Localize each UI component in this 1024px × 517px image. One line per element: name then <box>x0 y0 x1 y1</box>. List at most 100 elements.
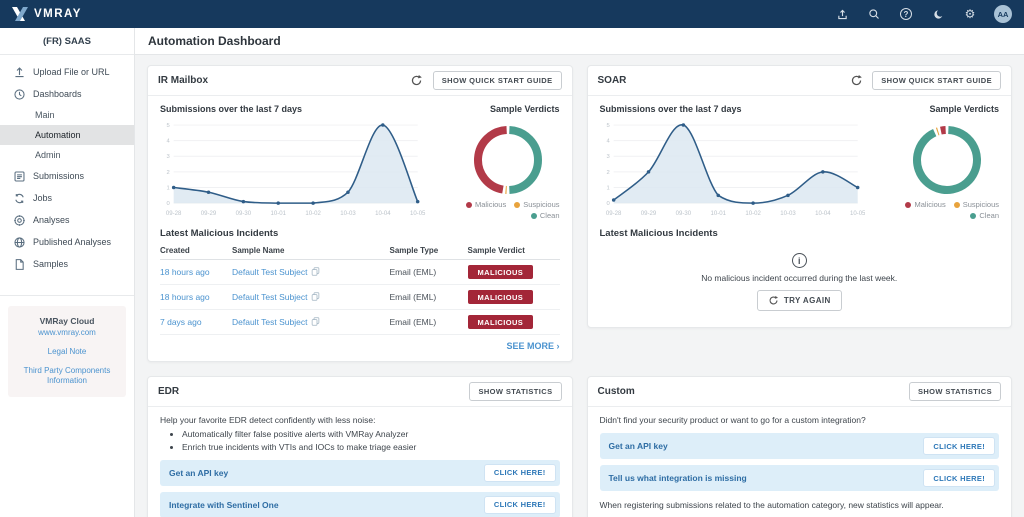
edr-card: EDR SHOW STATISTICS Help your favorite E… <box>147 376 573 517</box>
sidebar-item-label: Samples <box>33 259 69 269</box>
ir-incidents-title: Latest Malicious Incidents <box>160 228 279 239</box>
settings-gear-icon[interactable]: ⚙ <box>962 6 978 22</box>
custom-footer-text: When registering submissions related to … <box>599 500 944 510</box>
sidebar-item-main[interactable]: Main <box>0 105 134 125</box>
soar-verdicts-legend: Malicious Suspicious Clean <box>881 200 999 220</box>
svg-text:09-29: 09-29 <box>201 211 217 217</box>
soar-title: SOAR <box>597 75 627 86</box>
sidebar-child-label: Automation <box>35 130 81 140</box>
avatar[interactable]: AA <box>994 5 1012 23</box>
svg-text:5: 5 <box>606 123 609 129</box>
created-link[interactable]: 18 hours ago <box>160 267 210 277</box>
edr-bullet: Enrich true incidents with VTIs and IOCs… <box>182 441 560 454</box>
dark-mode-icon[interactable] <box>930 6 946 22</box>
upload-icon[interactable] <box>834 6 850 22</box>
sidebar-item-samples[interactable]: Samples <box>0 253 134 275</box>
vmray-site-link[interactable]: www.vmray.com <box>14 328 120 339</box>
ir-submissions-line-chart: 0 1 2 3 4 5 09-28 09-29 09-30 10-01 10-02 10-03 10-0… <box>166 123 426 217</box>
sample-name-link[interactable]: Default Test Subject <box>232 317 307 327</box>
click-here-button[interactable]: CLICK HERE! <box>483 463 556 482</box>
sync-icon <box>15 193 24 203</box>
svg-text:10-01: 10-01 <box>710 211 726 217</box>
refresh-icon[interactable] <box>409 73 425 89</box>
click-here-button[interactable]: CLICK HERE! <box>923 437 995 455</box>
svg-text:09-28: 09-28 <box>605 211 621 217</box>
sidebar-item-dashboards[interactable]: Dashboards <box>0 83 134 105</box>
vmray-logo[interactable]: VMRAY <box>12 7 82 21</box>
svg-text:10-05: 10-05 <box>849 211 865 217</box>
ir-line-chart-title: Submissions over the last 7 days <box>160 104 303 114</box>
svg-text:3: 3 <box>166 154 169 160</box>
col-sample-type: Sample Type <box>389 241 468 260</box>
svg-text:0: 0 <box>166 201 170 207</box>
logo-text: VMRAY <box>34 8 82 20</box>
col-created: Created <box>160 241 232 260</box>
sidebar-item-admin[interactable]: Admin <box>0 145 134 165</box>
svg-text:10-03: 10-03 <box>780 211 796 217</box>
ir-verdicts-donut-chart <box>473 126 542 194</box>
click-here-button[interactable]: CLICK HERE! <box>483 495 556 514</box>
created-link[interactable]: 7 days ago <box>160 317 202 327</box>
sidebar-item-upload[interactable]: Upload File or URL <box>0 61 134 83</box>
refresh-icon[interactable] <box>848 73 864 89</box>
copy-icon[interactable] <box>311 292 320 301</box>
show-statistics-button[interactable]: SHOW STATISTICS <box>908 382 1001 401</box>
third-party-link[interactable]: Third Party Components Information <box>14 366 120 388</box>
soar-verdicts-donut-chart <box>913 126 981 194</box>
org-name: (FR) SAAS <box>0 28 134 55</box>
sidebar-item-label: Upload File or URL <box>33 67 110 77</box>
sidebar-item-published-analyses[interactable]: Published Analyses <box>0 231 134 253</box>
quick-start-guide-button[interactable]: SHOW QUICK START GUIDE <box>432 71 562 90</box>
upload-icon <box>15 66 24 77</box>
copy-icon[interactable] <box>311 267 320 276</box>
svg-text:0: 0 <box>606 201 610 207</box>
click-here-button[interactable]: CLICK HERE! <box>923 469 995 487</box>
page-header: Automation Dashboard <box>135 28 1024 55</box>
sidebar-item-automation[interactable]: Automation <box>0 125 134 145</box>
sample-name-link[interactable]: Default Test Subject <box>232 267 307 277</box>
action-label: Tell us what integration is missing <box>608 473 747 483</box>
action-label: Integrate with Sentinel One <box>169 499 279 510</box>
svg-text:09-30: 09-30 <box>236 211 252 217</box>
sample-name-link[interactable]: Default Test Subject <box>232 292 307 302</box>
topbar-actions: ? ⚙ AA <box>834 5 1012 23</box>
sidebar-child-label: Main <box>35 110 55 120</box>
sidebar-item-jobs[interactable]: Jobs <box>0 187 134 209</box>
main-area: Automation Dashboard IR Mailbox SHOW QUI… <box>135 28 1024 517</box>
svg-text:1: 1 <box>166 185 169 191</box>
help-icon[interactable]: ? <box>898 6 914 22</box>
sidebar-child-label: Admin <box>35 150 61 160</box>
sidebar-item-submissions[interactable]: Submissions <box>0 165 134 187</box>
created-link[interactable]: 18 hours ago <box>160 292 210 302</box>
cloud-title: VMRay Cloud <box>39 316 95 326</box>
svg-text:3: 3 <box>606 154 609 160</box>
refresh-icon <box>769 295 778 305</box>
sidebar-item-label: Dashboards <box>33 89 82 99</box>
sidebar-item-label: Analyses <box>33 215 70 225</box>
soar-incidents-title: Latest Malicious Incidents <box>599 228 718 239</box>
sidebar-item-analyses[interactable]: Analyses <box>0 209 134 231</box>
topbar: VMRAY ? ⚙ AA <box>0 0 1024 28</box>
soar-empty-state: i No malicious incident occurred during … <box>600 241 1000 317</box>
svg-text:10-04: 10-04 <box>815 211 831 217</box>
svg-text:2: 2 <box>166 170 169 176</box>
edr-api-key-row: Get an API key CLICK HERE! <box>160 459 560 486</box>
quick-start-guide-button[interactable]: SHOW QUICK START GUIDE <box>872 71 1001 90</box>
soar-line-chart-title: Submissions over the last 7 days <box>599 104 742 114</box>
action-label: Get an API key <box>169 467 229 478</box>
svg-text:10-01: 10-01 <box>271 211 287 217</box>
ir-verdicts-title: Sample Verdicts <box>489 104 560 114</box>
svg-text:10-05: 10-05 <box>410 211 426 217</box>
copy-icon[interactable] <box>311 317 320 326</box>
col-sample-name: Sample Name <box>232 241 390 260</box>
svg-text:10-02: 10-02 <box>745 211 761 217</box>
ir-mailbox-title: IR Mailbox <box>158 75 209 86</box>
legal-note-link[interactable]: Legal Note <box>14 347 120 358</box>
col-sample-verdict: Sample Verdict <box>467 241 560 260</box>
table-row: 18 hours ago Default Test Subject Email … <box>160 259 560 285</box>
show-statistics-button[interactable]: SHOW STATISTICS <box>469 382 562 401</box>
edr-intro: Help your favorite EDR detect confidentl… <box>160 415 376 425</box>
search-icon[interactable] <box>866 6 882 22</box>
try-again-button[interactable]: TRY AGAIN <box>756 290 842 311</box>
see-more-link[interactable]: SEE MORE › <box>160 341 559 351</box>
